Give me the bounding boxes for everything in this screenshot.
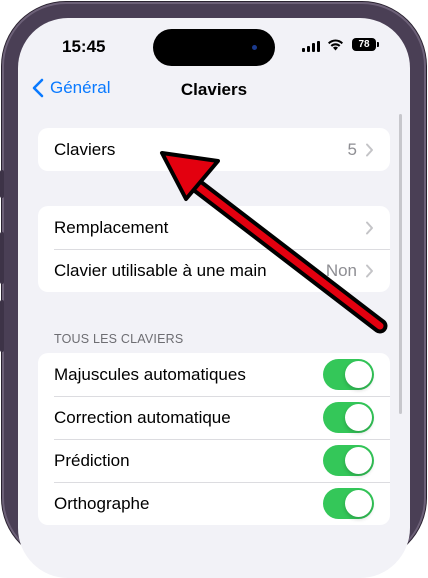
- spelling-toggle[interactable]: [323, 488, 374, 519]
- row-label: Majuscules automatiques: [54, 364, 246, 384]
- row-label: Claviers: [54, 139, 116, 159]
- status-time: 15:45: [62, 37, 106, 56]
- chevron-right-icon: [366, 221, 373, 234]
- options-group: Remplacement Clavier utilisable à une ma…: [38, 206, 390, 292]
- toggle-knob: [345, 490, 372, 517]
- chevron-right-icon: [366, 143, 373, 156]
- toggle-knob: [345, 404, 372, 431]
- auto-capitalization-row: Majuscules automatiques: [38, 353, 390, 396]
- one-handed-keyboard-row[interactable]: Clavier utilisable à une main Non: [38, 249, 390, 292]
- keyboards-row[interactable]: Claviers 5: [38, 128, 390, 171]
- chevron-right-icon: [366, 264, 373, 277]
- row-label: Orthographe: [54, 493, 150, 513]
- wifi-icon: [328, 39, 343, 51]
- scrollbar[interactable]: [399, 114, 402, 414]
- replacement-row[interactable]: Remplacement: [38, 206, 390, 249]
- page-title: Claviers: [180, 80, 248, 99]
- volume-down-button: [0, 300, 4, 352]
- auto-correction-row: Correction automatique: [38, 396, 390, 439]
- row-label: Clavier utilisable à une main: [54, 260, 267, 280]
- row-label: Prédiction: [54, 450, 130, 470]
- auto-correction-toggle[interactable]: [323, 402, 374, 433]
- keyboards-group: Claviers 5: [38, 128, 390, 171]
- battery-icon: 78: [352, 38, 379, 51]
- action-button: [0, 170, 4, 198]
- row-label: Correction automatique: [54, 407, 231, 427]
- toggle-knob: [345, 447, 372, 474]
- all-keyboards-group: Majuscules automatiques Correction autom…: [38, 353, 390, 525]
- auto-capitalization-toggle[interactable]: [323, 359, 374, 390]
- prediction-row: Prédiction: [38, 439, 390, 482]
- toggle-knob: [345, 361, 372, 388]
- section-header: TOUS LES CLAVIERS: [54, 332, 184, 346]
- battery-level: 78: [358, 39, 370, 50]
- volume-up-button: [0, 232, 4, 284]
- camera-dot: [252, 45, 257, 50]
- cellular-signal-icon: [302, 41, 320, 52]
- one-handed-value: Non: [325, 260, 357, 280]
- row-label: Remplacement: [54, 217, 169, 237]
- spelling-row: Orthographe: [38, 482, 390, 525]
- screen: 15:45 78 Général Claviers Claviers 5 Rem…: [18, 18, 410, 578]
- prediction-toggle[interactable]: [323, 445, 374, 476]
- keyboards-count: 5: [347, 139, 357, 159]
- dynamic-island: [153, 29, 275, 66]
